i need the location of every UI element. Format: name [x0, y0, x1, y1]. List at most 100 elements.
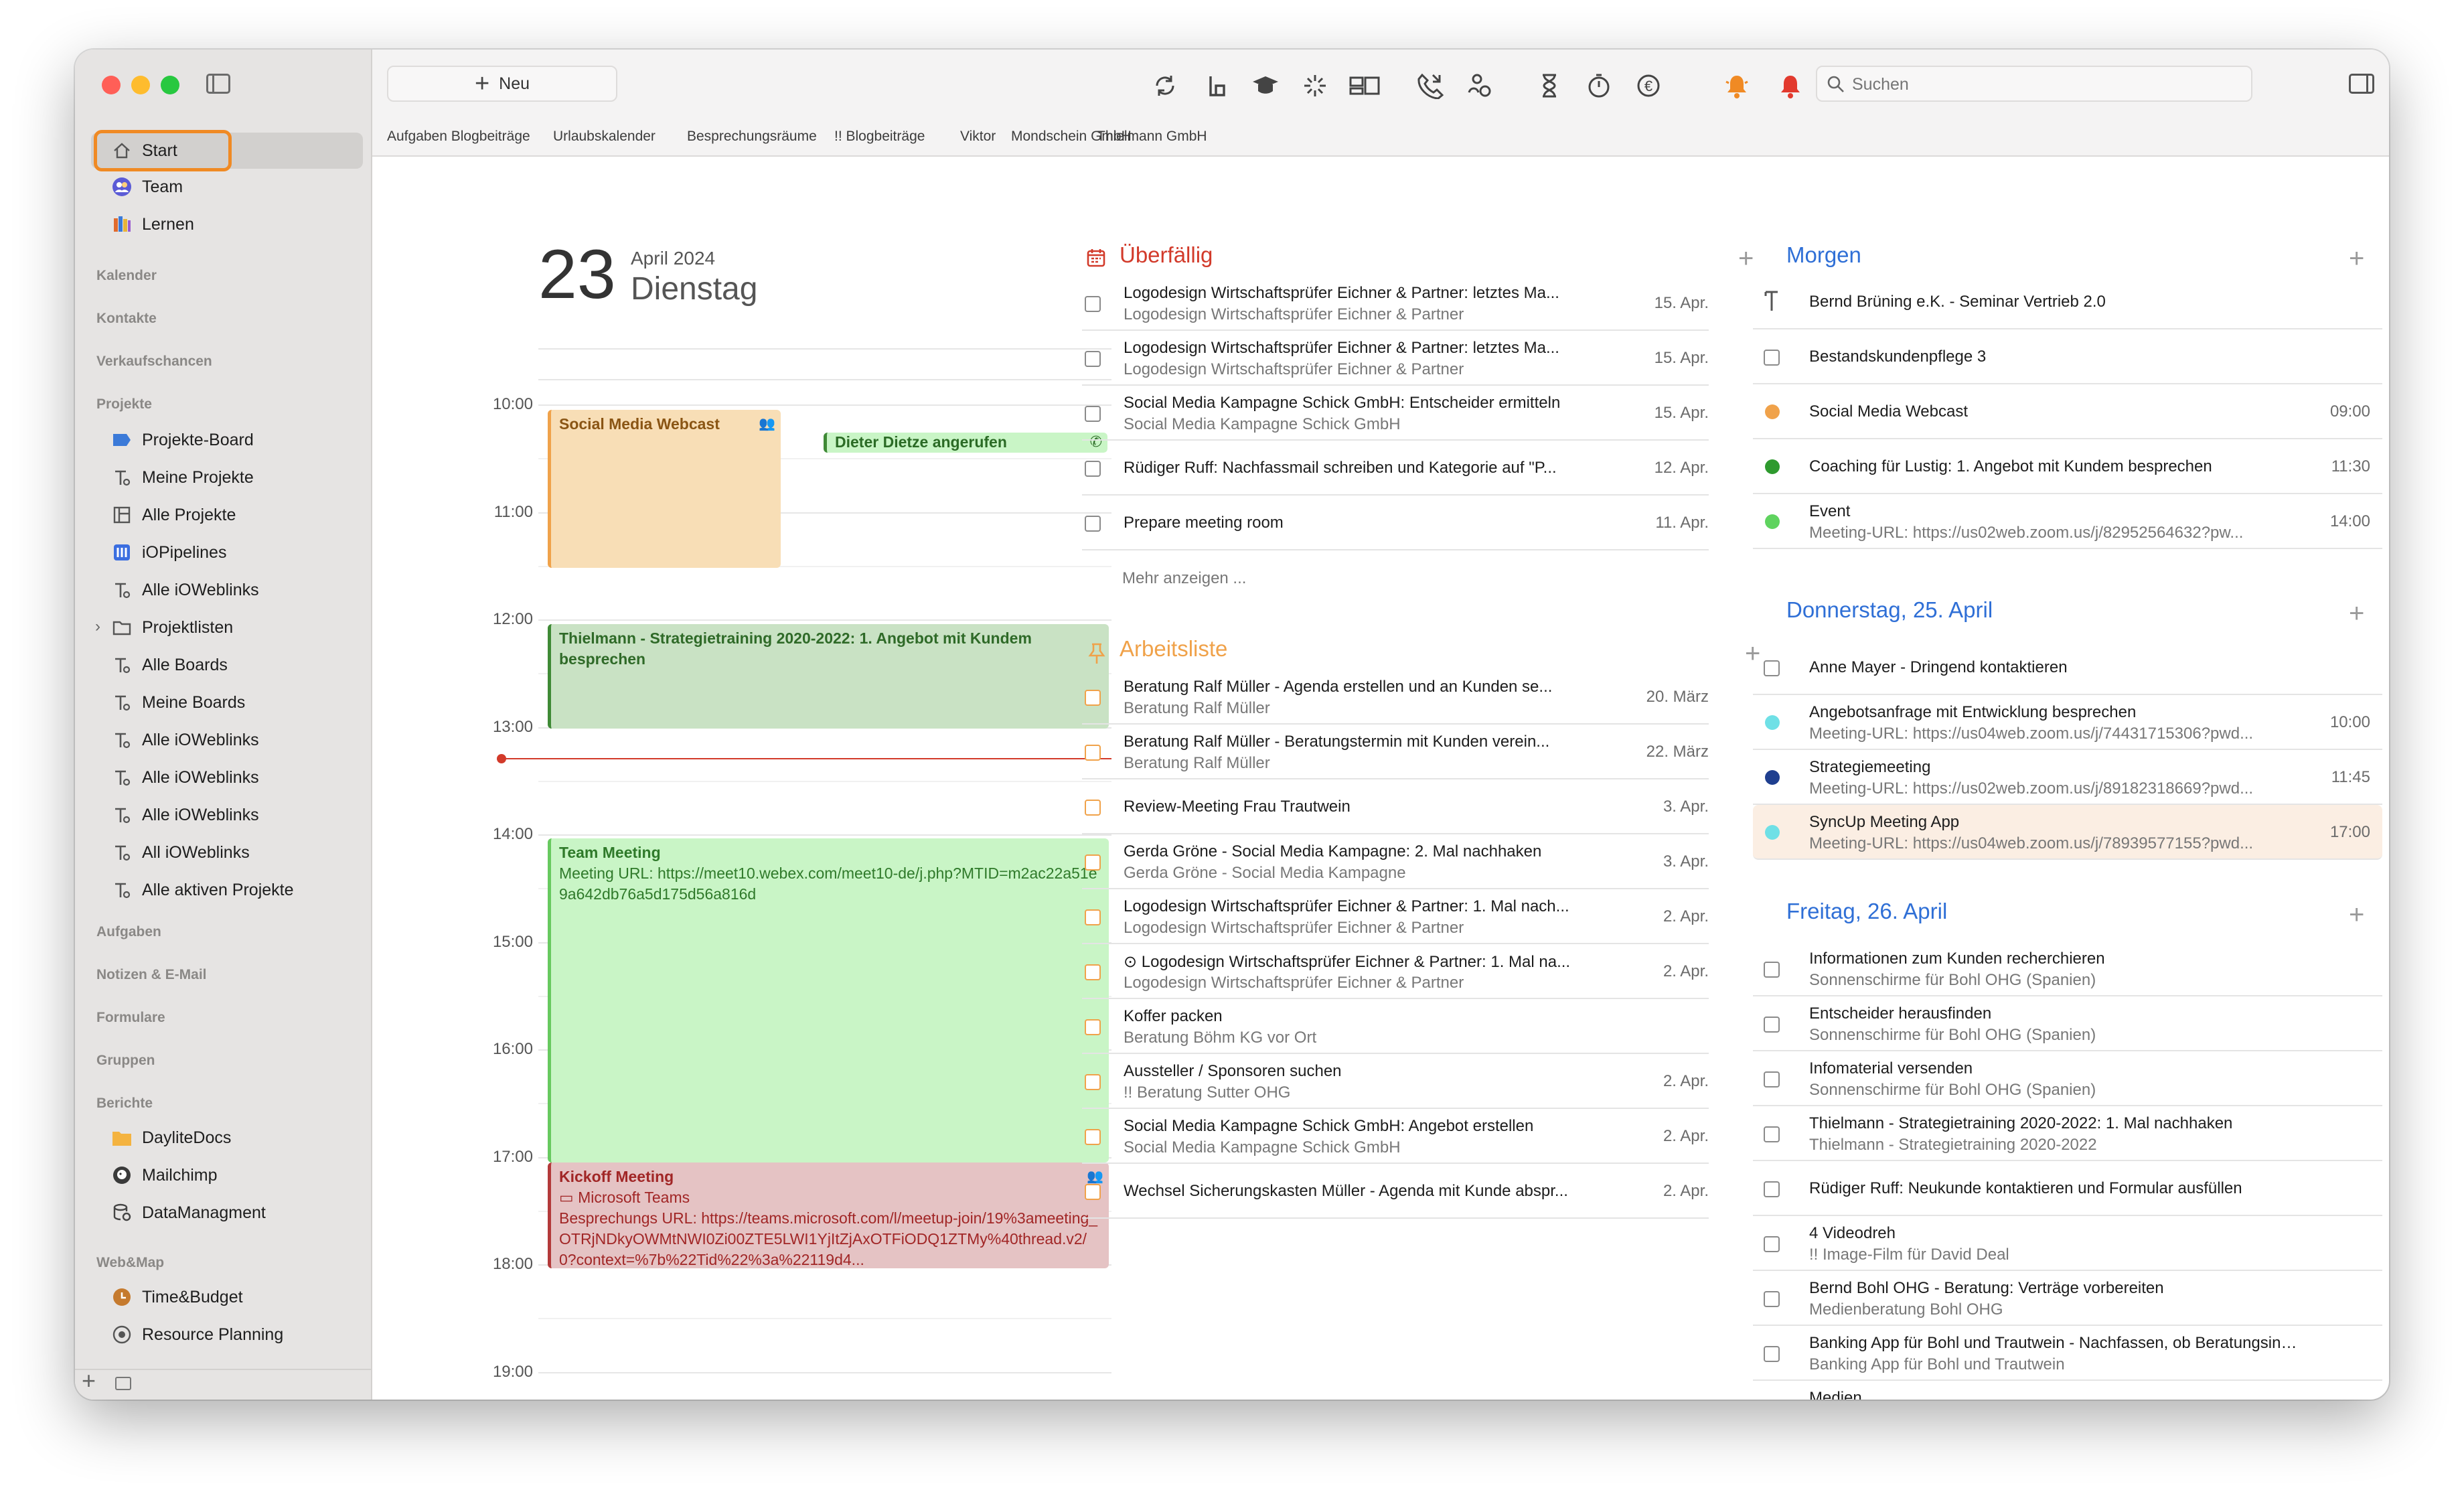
checkbox[interactable] [1764, 350, 1780, 366]
sidebar-section-berichte[interactable]: Berichte [96, 1096, 153, 1112]
sidebar-section-projekte[interactable]: Projekte [96, 396, 152, 412]
checkbox[interactable] [1085, 745, 1101, 761]
task-row[interactable]: Rüdiger Ruff: Nachfassmail schreiben und… [1082, 441, 1709, 496]
bookmark-item[interactable]: Besprechungsräume [687, 129, 817, 145]
search-input[interactable] [1852, 72, 2240, 96]
sidebar-item-projekte-12[interactable]: Alle aktiven Projekte [91, 872, 363, 908]
search-field[interactable] [1816, 66, 2252, 102]
euro-icon[interactable]: € [1632, 70, 1665, 102]
agenda-row[interactable]: Strategiemeeting Meeting-URL: https://us0… [1753, 750, 2382, 805]
add-icon[interactable]: + [82, 1367, 96, 1394]
sidebar-section-kontakte[interactable]: Kontakte [96, 311, 157, 327]
task-row[interactable]: Koffer packen Beratung Böhm KG vor Ort [1082, 999, 1709, 1054]
task-row[interactable]: Social Media Kampagne Schick GmbH: Entsc… [1082, 386, 1709, 441]
task-row[interactable]: Prepare meeting room 11. Apr. [1082, 496, 1709, 550]
sidebar-item-projekte-9[interactable]: Alle iOWeblinks [91, 759, 363, 796]
bookmark-item[interactable]: Urlaubskalender [553, 129, 656, 145]
agenda-row[interactable]: Anne Mayer - Dringend kontaktieren [1753, 640, 2382, 695]
new-button[interactable]: + Neu [387, 66, 617, 102]
sidebar-item-daylitedocs[interactable]: DayliteDocs [91, 1120, 363, 1156]
agenda-row[interactable]: Angebotsanfrage mit Entwicklung besprech… [1753, 695, 2382, 750]
checkbox[interactable] [1764, 1181, 1780, 1197]
contact-group-icon[interactable] [1464, 70, 1496, 102]
agenda-row[interactable]: Thielmann - Strategietraining 2020-2022:… [1753, 1106, 2382, 1161]
sidebar-item-resource-planning[interactable]: Resource Planning [91, 1317, 363, 1353]
checkbox[interactable] [1085, 461, 1101, 477]
sidebar-item-mailchimp[interactable]: Mailchimp [91, 1157, 363, 1193]
sparkle-icon[interactable] [1299, 70, 1331, 102]
sidebar-item-lernen[interactable]: Lernen [91, 206, 363, 242]
task-row[interactable]: Wechsel Sicherungskasten Müller - Agenda… [1082, 1164, 1709, 1219]
event-kickoff-meeting[interactable]: Kickoff Meeting ▭ Microsoft Teams Bespre… [548, 1162, 1109, 1268]
add-thursday-button[interactable]: + [2349, 600, 2364, 627]
sidebar-item-projekte-10[interactable]: Alle iOWeblinks [91, 797, 363, 833]
checkbox[interactable] [1085, 516, 1101, 532]
sidebar-section-webmap[interactable]: Web&Map [96, 1255, 164, 1271]
show-more-link[interactable]: Mehr anzeigen ... [1122, 569, 1246, 588]
layout-icon[interactable] [1349, 70, 1381, 102]
checkbox[interactable] [1764, 1126, 1780, 1142]
task-row[interactable]: Beratung Ralf Müller - Agenda erstellen … [1082, 670, 1709, 725]
checkbox[interactable] [1764, 1291, 1780, 1307]
event-social-media-webcast[interactable]: Social Media Webcast 👥 [548, 410, 781, 568]
hierarchy-icon[interactable] [1201, 70, 1233, 102]
sidebar-item-projekte-1[interactable]: Meine Projekte [91, 459, 363, 496]
agenda-row[interactable]: Bestandskundenpflege 3 [1753, 329, 2382, 384]
event-thielmann-strategietraining[interactable]: Thielmann - Strategietraining 2020-2022:… [548, 624, 1109, 729]
agenda-row[interactable]: Bernd Bohl OHG - Beratung: Verträge vorb… [1753, 1271, 2382, 1326]
checkbox[interactable] [1085, 800, 1101, 816]
bookmark-item[interactable]: Aufgaben Blogbeiträge [387, 129, 530, 145]
hourglass-icon[interactable] [1533, 70, 1565, 102]
checkbox[interactable] [1764, 962, 1780, 978]
agenda-row[interactable]: Social Media Webcast 09:00 [1753, 384, 2382, 439]
checkbox[interactable] [1085, 1019, 1101, 1035]
notification-bell-icon[interactable] [1721, 70, 1753, 102]
agenda-row[interactable]: SyncUp Meeting App Meeting-URL: https://u… [1753, 805, 2382, 860]
alert-bell-icon[interactable] [1774, 70, 1806, 102]
checkbox[interactable] [1764, 1071, 1780, 1088]
task-row[interactable]: Logodesign Wirtschaftsprüfer Eichner & P… [1082, 276, 1709, 331]
agenda-row[interactable]: Rüdiger Ruff: Neukunde kontaktieren und … [1753, 1161, 2382, 1216]
sidebar-item-projekte-8[interactable]: Alle iOWeblinks [91, 722, 363, 758]
sidebar-item-projekte-2[interactable]: Alle Projekte [91, 497, 363, 533]
sidebar-item-projekte-11[interactable]: All iOWeblinks [91, 834, 363, 871]
checkbox[interactable] [1764, 1017, 1780, 1033]
checkbox[interactable] [1085, 854, 1101, 871]
task-row[interactable]: Review-Meeting Frau Trautwein 3. Apr. [1082, 779, 1709, 834]
checkbox[interactable] [1764, 1346, 1780, 1362]
checkbox[interactable] [1764, 660, 1780, 676]
sidebar-section-gruppen[interactable]: Gruppen [96, 1053, 155, 1069]
sidebar-section-formulare[interactable]: Formulare [96, 1010, 165, 1026]
close-window-button[interactable] [102, 76, 121, 94]
inspector-toggle-icon[interactable] [2349, 74, 2374, 94]
task-row[interactable]: Aussteller / Sponsoren suchen !! Beratung… [1082, 1054, 1709, 1109]
sidebar-item-projekte-0[interactable]: Projekte-Board [91, 422, 363, 458]
agenda-row[interactable]: Bernd Brüning e.K. - Seminar Vertrieb 2.… [1753, 275, 2382, 329]
checkbox[interactable] [1085, 351, 1101, 367]
agenda-row[interactable]: Banking App für Bohl und Trautwein - Nac… [1753, 1326, 2382, 1381]
checkbox[interactable] [1085, 296, 1101, 312]
sidebar-item-projekte-7[interactable]: Meine Boards [91, 684, 363, 721]
checkbox[interactable] [1085, 1129, 1101, 1145]
sidebar-item-datamanagment[interactable]: DataManagment [91, 1195, 363, 1231]
sidebar-section-notizen[interactable]: Notizen & E-Mail [96, 967, 207, 983]
sidebar-section-aufgaben[interactable]: Aufgaben [96, 924, 161, 940]
add-tomorrow-button[interactable]: + [2349, 245, 2364, 272]
agenda-row[interactable]: Medien!! Blogbeiträge [1753, 1381, 2382, 1400]
sidebar-item-timebudget[interactable]: Time&Budget [91, 1279, 363, 1315]
task-row[interactable]: Beratung Ralf Müller - Beratungstermin m… [1082, 725, 1709, 779]
agenda-row[interactable]: Infomaterial versenden Sonnenschirme für … [1753, 1051, 2382, 1106]
checkbox[interactable] [1085, 1074, 1101, 1090]
sidebar-item-projekte-3[interactable]: iOPipelines [91, 534, 363, 571]
agenda-row[interactable]: Event Meeting-URL: https://us02web.zoom.u… [1753, 494, 2382, 549]
checkbox[interactable] [1085, 909, 1101, 925]
sidebar-item-projekte-6[interactable]: Alle Boards [91, 647, 363, 683]
minimize-window-button[interactable] [131, 76, 150, 94]
task-row[interactable]: Gerda Gröne - Social Media Kampagne: 2. … [1082, 834, 1709, 889]
bookmark-item[interactable]: !! Blogbeiträge [834, 129, 925, 145]
zoom-window-button[interactable] [161, 76, 179, 94]
sidebar-item-projekte-4[interactable]: Alle iOWeblinks [91, 572, 363, 608]
checkbox[interactable] [1085, 1184, 1101, 1200]
agenda-row[interactable]: Coaching für Lustig: 1. Angebot mit Kund… [1753, 439, 2382, 494]
bookmark-item[interactable]: Thielmann GmbH [1097, 129, 1207, 145]
